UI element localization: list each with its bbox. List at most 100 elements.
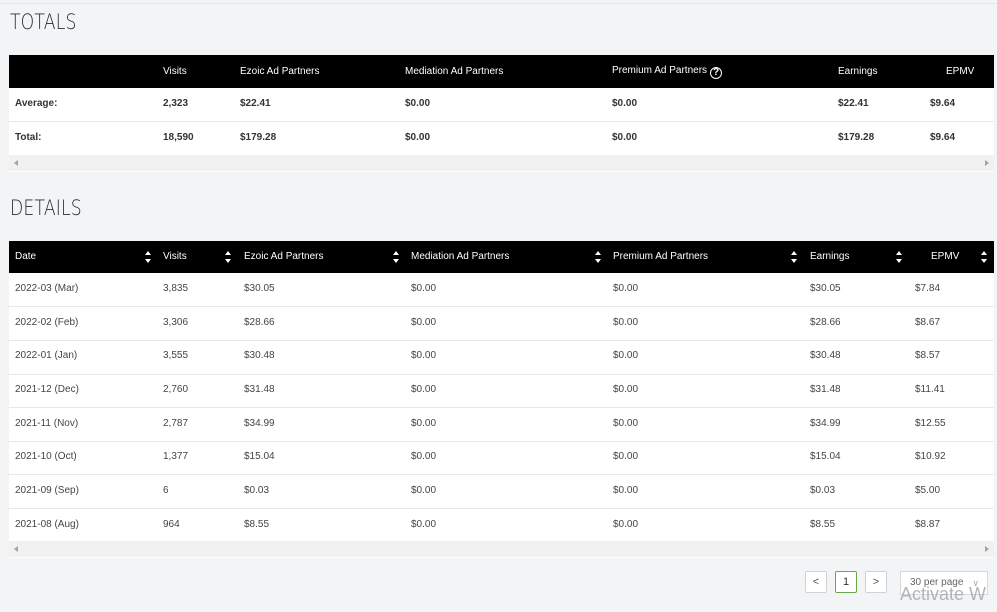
details-header-earnings[interactable]: Earnings — [810, 251, 849, 262]
cell-visits: 6 — [163, 485, 169, 496]
sort-icon[interactable] — [145, 251, 151, 263]
cell-ezoic: $28.66 — [244, 317, 275, 328]
sort-icon[interactable] — [225, 251, 231, 263]
cell-mediation: $0.00 — [405, 98, 431, 109]
details-horizontal-scrollbar[interactable] — [9, 541, 994, 557]
details-header-mediation[interactable]: Mediation Ad Partners — [411, 251, 509, 262]
activation-watermark: Activate W — [900, 584, 987, 604]
cell-earnings: $15.04 — [810, 451, 841, 462]
totals-horizontal-scrollbar[interactable] — [9, 155, 994, 171]
cell-date: 2022-02 (Feb) — [15, 317, 79, 328]
cell-ezoic: $8.55 — [244, 519, 270, 530]
cell-earnings: $8.55 — [810, 519, 836, 530]
cell-premium: $0.00 — [613, 485, 639, 496]
cell-date: 2021-11 (Nov) — [15, 418, 79, 429]
sort-icon[interactable] — [896, 251, 902, 263]
cell-visits: 2,323 — [163, 98, 189, 109]
top-divider — [0, 3, 997, 4]
cell-premium: $0.00 — [613, 283, 639, 294]
cell-date: 2022-03 (Mar) — [15, 283, 79, 294]
details-title: DETAILS — [10, 196, 82, 220]
cell-epmv: $7.84 — [915, 283, 941, 294]
cell-premium: $0.00 — [613, 317, 639, 328]
scroll-left-icon[interactable] — [14, 546, 18, 552]
table-row: 2021-12 (Dec) 2,760 $31.48 $0.00 $0.00 $… — [9, 374, 994, 408]
cell-ezoic: $30.48 — [244, 350, 275, 361]
cell-premium: $0.00 — [613, 384, 639, 395]
page-1-button[interactable]: 1 — [835, 571, 857, 593]
cell-epmv: $9.64 — [930, 98, 956, 109]
scroll-right-icon[interactable] — [985, 160, 989, 166]
details-header-epmv[interactable]: EPMV — [931, 251, 959, 262]
sort-icon[interactable] — [393, 251, 399, 263]
totals-header-epmv: EPMV — [946, 66, 975, 77]
scroll-left-icon[interactable] — [14, 160, 18, 166]
sort-icon[interactable] — [981, 251, 987, 263]
cell-date: 2021-09 (Sep) — [15, 485, 79, 496]
cell-epmv: $8.57 — [915, 350, 941, 361]
next-page-button[interactable]: > — [865, 571, 887, 593]
totals-header-earnings: Earnings — [838, 66, 878, 77]
cell-mediation: $0.00 — [411, 317, 437, 328]
cell-earnings: $31.48 — [810, 384, 841, 395]
details-header-premium[interactable]: Premium Ad Partners — [613, 251, 708, 262]
cell-ezoic: $31.48 — [244, 384, 275, 395]
cell-earnings: $22.41 — [838, 98, 869, 109]
cell-mediation: $0.00 — [411, 283, 437, 294]
cell-ezoic: $0.03 — [244, 485, 270, 496]
cell-earnings: $179.28 — [838, 132, 875, 143]
cell-epmv: $9.64 — [930, 132, 956, 143]
sort-icon[interactable] — [791, 251, 797, 263]
table-row: 2021-11 (Nov) 2,787 $34.99 $0.00 $0.00 $… — [9, 408, 994, 442]
cell-visits: 3,835 — [163, 283, 189, 294]
table-row: 2022-01 (Jan) 3,555 $30.48 $0.00 $0.00 $… — [9, 341, 994, 375]
cell-visits: 18,590 — [163, 132, 194, 143]
details-header-visits[interactable]: Visits — [163, 251, 187, 262]
totals-title: TOTALS — [10, 10, 77, 34]
totals-header-premium: Premium Ad Partners? — [612, 65, 723, 79]
cell-ezoic: $22.41 — [240, 98, 271, 109]
cell-ezoic: $34.99 — [244, 418, 275, 429]
details-header-ezoic[interactable]: Ezoic Ad Partners — [244, 251, 323, 262]
cell-mediation: $0.00 — [411, 451, 437, 462]
cell-ezoic: $30.05 — [244, 283, 275, 294]
cell-visits: 1,377 — [163, 451, 189, 462]
cell-visits: 3,306 — [163, 317, 189, 328]
cell-visits: 964 — [163, 519, 180, 530]
details-header-date[interactable]: Date — [15, 251, 36, 262]
cell-mediation: $0.00 — [405, 132, 431, 143]
table-row: 2022-02 (Feb) 3,306 $28.66 $0.00 $0.00 $… — [9, 307, 994, 341]
cell-epmv: $8.67 — [915, 317, 941, 328]
sort-icon[interactable] — [595, 251, 601, 263]
totals-header-mediation: Mediation Ad Partners — [405, 66, 504, 77]
cell-premium: $0.00 — [613, 451, 639, 462]
cell-premium: $0.00 — [612, 98, 638, 109]
cell-date: 2021-08 (Aug) — [15, 519, 79, 530]
totals-table: Visits Ezoic Ad Partners Mediation Ad Pa… — [9, 55, 994, 172]
cell-mediation: $0.00 — [411, 384, 437, 395]
cell-epmv: $12.55 — [915, 418, 946, 429]
totals-header-row: Visits Ezoic Ad Partners Mediation Ad Pa… — [9, 55, 994, 88]
cell-earnings: $34.99 — [810, 418, 841, 429]
cell-mediation: $0.00 — [411, 350, 437, 361]
scroll-right-icon[interactable] — [985, 546, 989, 552]
cell-mediation: $0.00 — [411, 418, 437, 429]
cell-premium: $0.00 — [613, 519, 639, 530]
cell-epmv: $5.00 — [915, 485, 941, 496]
cell-visits: 2,760 — [163, 384, 189, 395]
table-row: Total: 18,590 $179.28 $0.00 $0.00 $179.2… — [9, 122, 994, 155]
help-icon[interactable]: ? — [710, 67, 723, 79]
row-label: Total: — [15, 132, 42, 143]
table-row: 2021-10 (Oct) 1,377 $15.04 $0.00 $0.00 $… — [9, 441, 994, 475]
prev-page-button[interactable]: < — [805, 571, 827, 593]
cell-ezoic: $15.04 — [244, 451, 275, 462]
cell-visits: 2,787 — [163, 418, 189, 429]
cell-earnings: $30.48 — [810, 350, 841, 361]
cell-ezoic: $179.28 — [240, 132, 277, 143]
cell-epmv: $10.92 — [915, 451, 946, 462]
cell-epmv: $11.41 — [915, 384, 945, 395]
table-row: 2021-09 (Sep) 6 $0.03 $0.00 $0.00 $0.03 … — [9, 475, 994, 509]
cell-earnings: $0.03 — [810, 485, 836, 496]
cell-date: 2022-01 (Jan) — [15, 350, 78, 361]
table-row: Average: 2,323 $22.41 $0.00 $0.00 $22.41… — [9, 88, 994, 122]
